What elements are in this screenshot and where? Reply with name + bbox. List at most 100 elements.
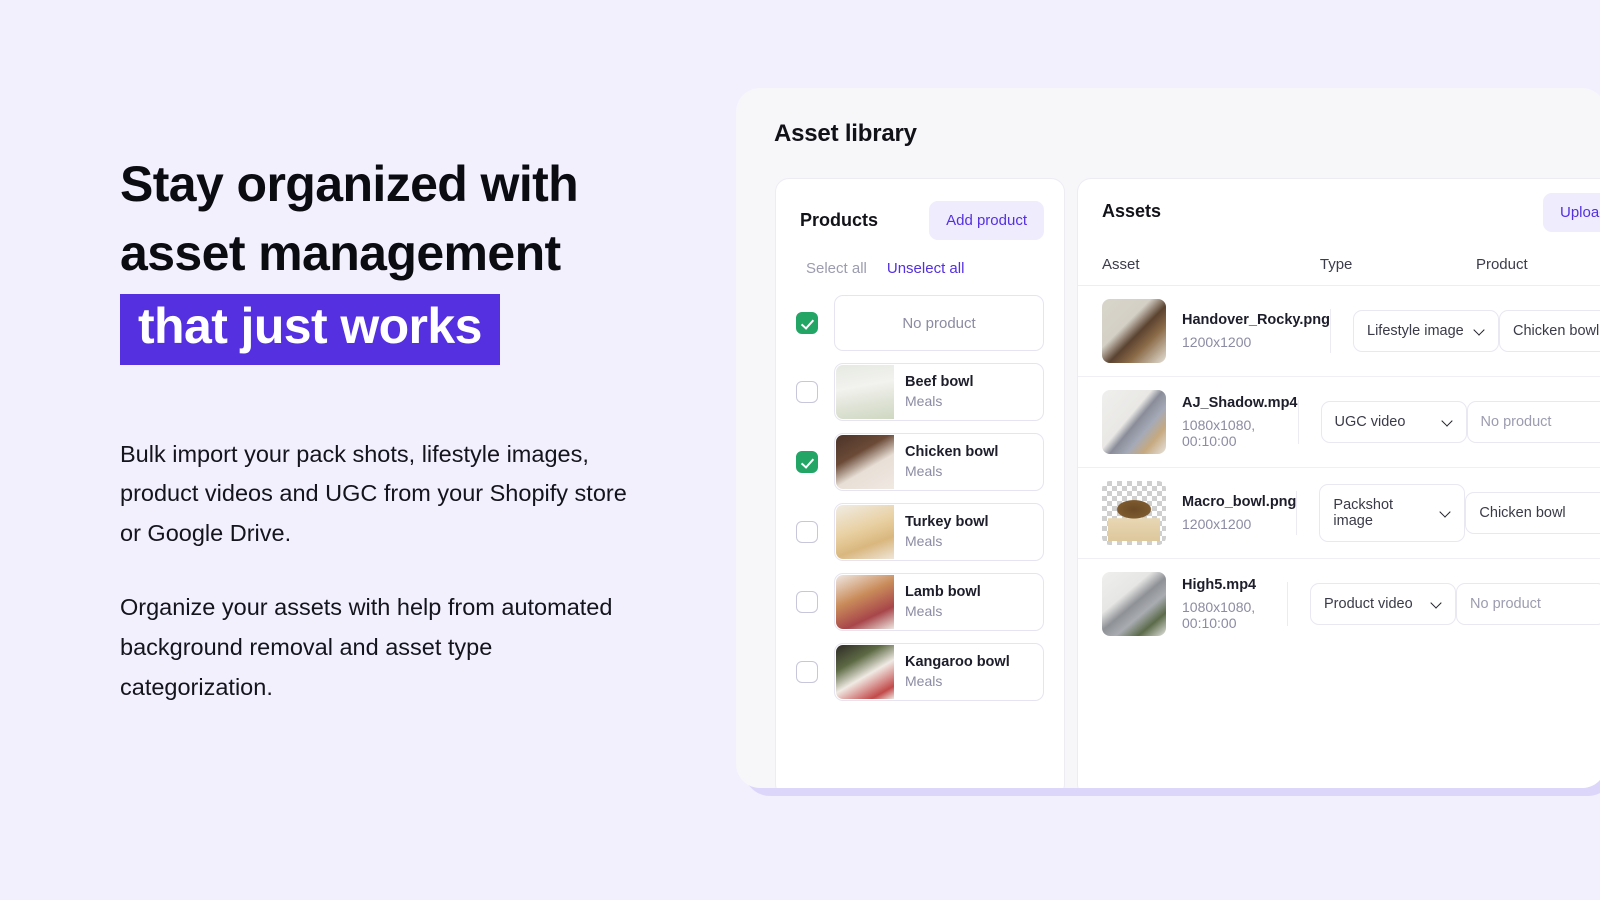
product-thumbnail-lamb-bowl (836, 575, 894, 629)
asset-meta: 1200x1200 (1182, 334, 1252, 350)
headline-highlight: that just works (120, 294, 500, 365)
column-header-type: Type (1319, 256, 1353, 273)
asset-cell: Handover_Rocky.png 1200x1200 (1102, 299, 1330, 363)
product-category-beef-bowl: Meals (905, 393, 943, 410)
column-header-product: Product (1475, 256, 1528, 273)
asset-filename: Macro_bowl.png (1182, 494, 1297, 510)
asset-text: Macro_bowl.png 1200x1200 (1182, 494, 1296, 532)
asset-thumbnail-aj-shadow (1102, 390, 1166, 454)
product-list-item: No product (796, 295, 1044, 351)
product-checkbox-kangaroo-bowl[interactable] (796, 661, 818, 683)
upload-button[interactable]: Upload (1543, 193, 1600, 232)
selection-controls: Select all Unselect all (776, 240, 1064, 277)
chevron-down-icon (1432, 599, 1442, 609)
product-select-value: No product (1480, 414, 1552, 430)
product-meta: Lamb bowl Meals (894, 583, 981, 621)
product-card-no-product[interactable]: No product (834, 295, 1044, 351)
product-category-chicken-bowl: Meals (905, 463, 943, 480)
type-select-value: Product video (1324, 596, 1413, 612)
type-cell: Lifestyle image (1330, 309, 1499, 353)
product-name-chicken-bowl: Chicken bowl (905, 443, 999, 460)
product-checkbox-chicken-bowl[interactable] (796, 451, 818, 473)
type-select-high5[interactable]: Product video (1310, 583, 1456, 625)
assets-table-header: Asset Type Product (1078, 222, 1600, 286)
type-select-value: UGC video (1334, 414, 1406, 430)
column-header-asset: Asset (1102, 256, 1140, 273)
product-category-lamb-bowl: Meals (905, 603, 943, 620)
product-category-kangaroo-bowl: Meals (905, 673, 943, 690)
product-card-kangaroo-bowl[interactable]: Kangaroo bowl Meals (834, 643, 1044, 701)
headline-line-2: asset management (120, 225, 561, 281)
product-checkbox-turkey-bowl[interactable] (796, 521, 818, 543)
page-headline: Stay organized with asset management tha… (120, 150, 690, 365)
product-checkbox-no-product[interactable] (796, 312, 818, 334)
table-row: High5.mp4 1080x1080, 00:10:00 Product vi… (1078, 559, 1600, 649)
product-cell: Chicken bowl (1465, 492, 1600, 534)
asset-text: AJ_Shadow.mp4 1080x1080, 00:10:00 (1182, 395, 1298, 449)
product-select-handover-rocky[interactable]: Chicken bowl (1499, 310, 1600, 352)
type-cell: UGC video (1297, 400, 1467, 444)
asset-filename: High5.mp4 (1182, 577, 1257, 593)
marketing-paragraph-2: Organize your assets with help from auto… (120, 594, 613, 701)
product-card-turkey-bowl[interactable]: Turkey bowl Meals (834, 503, 1044, 561)
select-all-link[interactable]: Select all (806, 260, 867, 277)
product-select-value: Chicken bowl (1513, 323, 1600, 339)
type-cell: Packshot image (1296, 484, 1466, 542)
marketing-copy: Stay organized with asset management tha… (120, 150, 690, 708)
product-cell: Chicken bowl (1499, 310, 1600, 352)
chevron-down-icon (1475, 326, 1485, 336)
product-cell: No product (1456, 583, 1600, 625)
asset-meta: 1200x1200 (1182, 516, 1252, 532)
add-product-button[interactable]: Add product (929, 201, 1044, 240)
product-name-no-product: No product (902, 314, 976, 332)
type-select-value: Packshot image (1333, 497, 1394, 529)
product-name-beef-bowl: Beef bowl (905, 373, 974, 390)
product-thumbnail-beef-bowl (836, 365, 894, 419)
product-select-high5[interactable]: No product (1456, 583, 1600, 625)
product-select-aj-shadow[interactable]: No product (1466, 401, 1600, 443)
asset-cell: High5.mp4 1080x1080, 00:10:00 (1102, 572, 1287, 636)
panel-title: Asset library (774, 120, 917, 147)
product-checkbox-beef-bowl[interactable] (796, 381, 818, 403)
product-select-macro-bowl[interactable]: Chicken bowl (1465, 492, 1600, 534)
type-cell: Product video (1287, 582, 1456, 626)
product-cell: No product (1466, 401, 1600, 443)
asset-thumbnail-high5 (1102, 572, 1166, 636)
product-name-turkey-bowl: Turkey bowl (905, 513, 989, 530)
type-select-aj-shadow[interactable]: UGC video (1320, 401, 1467, 443)
product-thumbnail-chicken-bowl (836, 435, 894, 489)
type-select-macro-bowl[interactable]: Packshot image (1319, 484, 1466, 542)
asset-meta: 1080x1080, 00:10:00 (1182, 417, 1256, 449)
cell-divider (1296, 491, 1298, 535)
cell-divider (1297, 400, 1299, 444)
product-meta: Kangaroo bowl Meals (894, 653, 1010, 691)
product-card-beef-bowl[interactable]: Beef bowl Meals (834, 363, 1044, 421)
product-category-turkey-bowl: Meals (905, 533, 943, 550)
products-list: No product Beef bowl Meals Chicken bowl … (776, 277, 1064, 701)
product-card-lamb-bowl[interactable]: Lamb bowl Meals (834, 573, 1044, 631)
type-select-handover-rocky[interactable]: Lifestyle image (1353, 310, 1499, 352)
assets-card: Assets Upload Asset Type Product Handove… (1077, 178, 1600, 788)
asset-filename: AJ_Shadow.mp4 (1182, 395, 1298, 411)
product-thumbnail-kangaroo-bowl (836, 645, 894, 699)
unselect-all-link[interactable]: Unselect all (887, 260, 965, 277)
table-row: Macro_bowl.png 1200x1200 Packshot image … (1078, 468, 1600, 559)
marketing-paragraph-1: Bulk import your pack shots, lifestyle i… (120, 440, 627, 547)
assets-header: Assets Upload (1078, 179, 1600, 232)
product-checkbox-lamb-bowl[interactable] (796, 591, 818, 613)
type-select-value: Lifestyle image (1367, 323, 1464, 339)
product-select-value: Chicken bowl (1479, 505, 1566, 521)
asset-text: Handover_Rocky.png 1200x1200 (1182, 312, 1330, 350)
asset-thumbnail-handover-rocky (1102, 299, 1166, 363)
products-card: Products Add product Select all Unselect… (775, 178, 1065, 788)
product-card-chicken-bowl[interactable]: Chicken bowl Meals (834, 433, 1044, 491)
product-list-item: Beef bowl Meals (796, 363, 1044, 421)
headline-line-1: Stay organized with (120, 156, 579, 212)
asset-cell: AJ_Shadow.mp4 1080x1080, 00:10:00 (1102, 390, 1298, 454)
product-name-lamb-bowl: Lamb bowl (905, 583, 981, 600)
table-row: Handover_Rocky.png 1200x1200 Lifestyle i… (1078, 286, 1600, 377)
asset-cell: Macro_bowl.png 1200x1200 (1102, 481, 1296, 545)
chevron-down-icon (1441, 508, 1451, 518)
asset-thumbnail-macro-bowl (1102, 481, 1166, 545)
asset-thumbnail-image (1108, 493, 1160, 541)
